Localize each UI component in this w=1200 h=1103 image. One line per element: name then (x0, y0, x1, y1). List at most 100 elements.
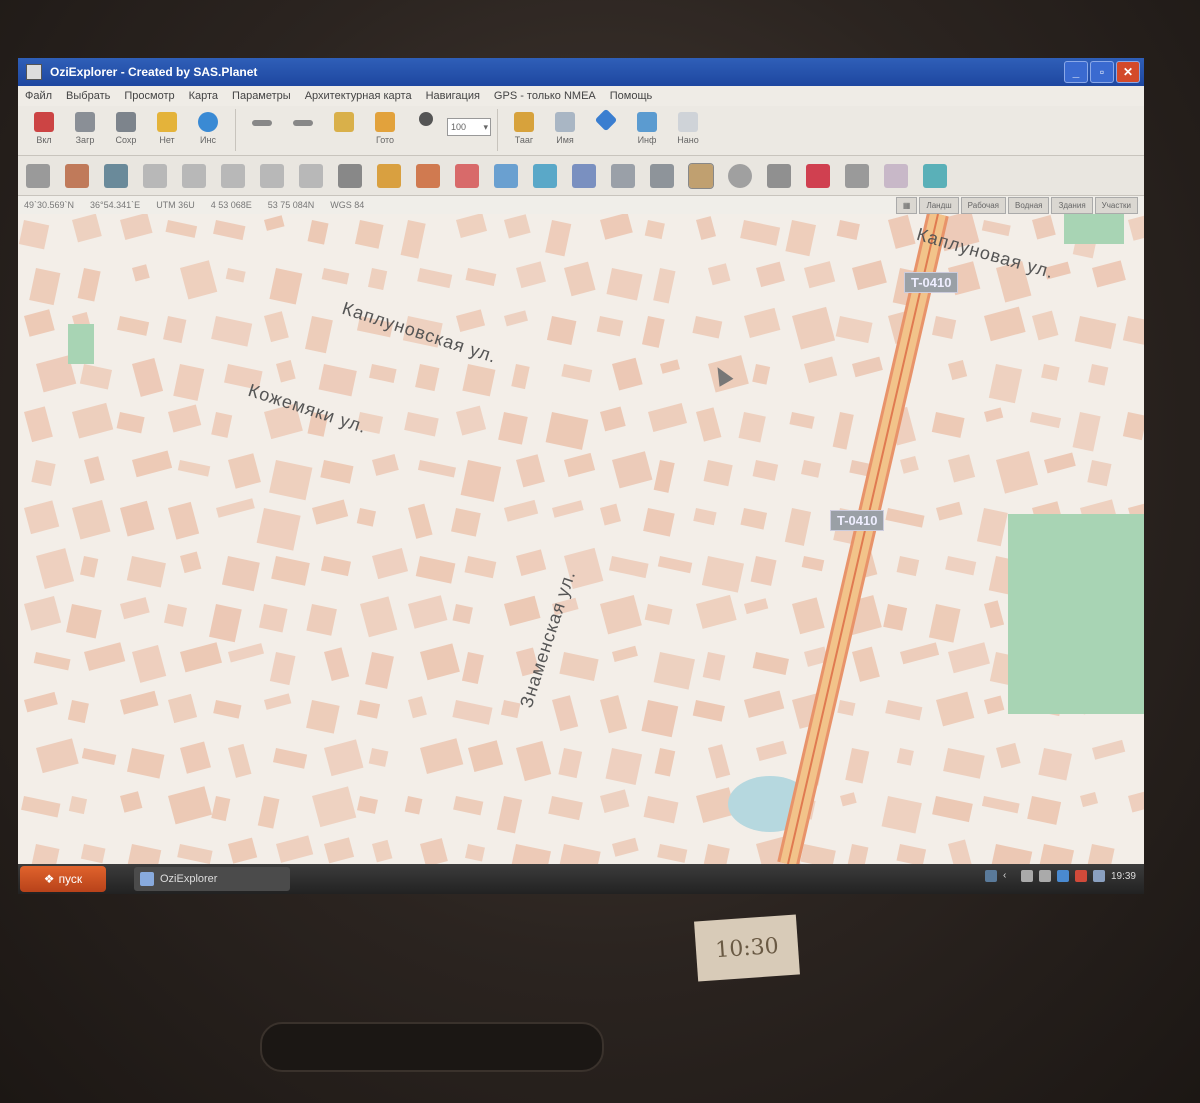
building (306, 699, 340, 734)
building (460, 460, 502, 502)
building (932, 796, 973, 823)
building (641, 699, 679, 738)
layer-tab-water[interactable]: Водная (1008, 197, 1050, 214)
layer-tab-plots[interactable]: Участки (1094, 197, 1138, 214)
network-icon[interactable] (1056, 870, 1069, 882)
route-edit-icon[interactable] (377, 163, 401, 188)
gear-icon[interactable] (104, 163, 128, 188)
grid-icon[interactable] (650, 163, 674, 188)
menu-select[interactable]: Выбрать (59, 90, 117, 102)
building (228, 453, 261, 489)
toolbar-button-search[interactable] (406, 106, 446, 152)
pencil-icon[interactable] (688, 162, 714, 189)
maximize-button[interactable]: ▫ (1090, 61, 1114, 83)
building (948, 839, 974, 864)
building (654, 748, 676, 777)
cursor-tool-icon[interactable] (338, 163, 362, 188)
language-icon[interactable] (984, 870, 997, 882)
layer-tab-work[interactable]: Рабочая (960, 197, 1006, 214)
toolbar-button-on[interactable]: Вкл (24, 106, 64, 152)
toolbar-button-net[interactable]: Нет (147, 106, 187, 152)
menu-file[interactable]: Файл (18, 90, 59, 102)
menu-help[interactable]: Помощь (603, 90, 660, 102)
menu-view[interactable]: Просмотр (117, 90, 181, 102)
building (612, 645, 638, 662)
chevron-left-icon[interactable]: ‹ (1003, 870, 1015, 882)
building (996, 742, 1021, 769)
clock[interactable]: 19:39 (1111, 871, 1136, 882)
toolbar-button-pan[interactable] (586, 106, 626, 152)
toolbar-button-points[interactable] (324, 106, 364, 152)
latitude-readout: 49`30.569`N (24, 200, 75, 210)
toolbar-button-route[interactable] (283, 106, 323, 152)
building (696, 407, 722, 442)
toolbar-button-name[interactable]: Имя (545, 106, 585, 152)
layer-tab-buildings[interactable]: Здания (1051, 197, 1093, 214)
building (516, 261, 546, 289)
walk-icon[interactable] (65, 163, 89, 188)
magnifier-icon (419, 112, 433, 126)
grid-icon[interactable] (221, 163, 245, 188)
satellite-icon[interactable] (533, 163, 557, 188)
list-icon[interactable] (845, 163, 869, 188)
building (168, 404, 202, 433)
grid-icon[interactable] (182, 163, 206, 188)
plane-icon[interactable] (26, 163, 50, 188)
menu-gps[interactable]: GPS - только NMEA (487, 90, 603, 102)
taskbar-item-oziexplorer[interactable]: OziExplorer (134, 867, 290, 891)
building (216, 498, 255, 518)
clock-icon[interactable] (728, 163, 752, 188)
toolbar-button-save[interactable]: Сохр (106, 106, 146, 152)
toolbar-button-ins[interactable]: Инс (188, 106, 228, 152)
anchor-icon[interactable] (767, 163, 791, 188)
minimize-button[interactable]: _ (1064, 61, 1088, 83)
building (837, 700, 856, 716)
building (847, 843, 869, 864)
building (981, 795, 1020, 814)
pin-icon[interactable] (923, 163, 947, 188)
layer-icon-button[interactable]: ▦ (895, 197, 918, 214)
building (750, 556, 777, 586)
building (899, 455, 919, 474)
building (851, 356, 883, 378)
volume-icon[interactable] (1092, 870, 1105, 882)
grid-icon[interactable] (260, 163, 284, 188)
arrow-icon[interactable] (572, 163, 596, 188)
toolbar-button-goto[interactable]: Гото (365, 106, 405, 152)
waypoint-move-icon[interactable] (494, 163, 518, 188)
grid-icon[interactable] (143, 163, 167, 188)
building (948, 454, 976, 483)
toolbar-button-load[interactable]: Загр (65, 106, 105, 152)
start-button[interactable]: ❖ пуск (20, 866, 106, 892)
close-button[interactable]: ✕ (1116, 61, 1140, 83)
grid-icon[interactable] (299, 163, 323, 188)
window-icon[interactable] (611, 163, 635, 188)
building (947, 360, 968, 381)
map-view[interactable]: Каплуновская ул. Кожемяки ул. Знаменская… (18, 214, 1144, 864)
menu-navigation[interactable]: Навигация (419, 90, 487, 102)
building (468, 740, 504, 773)
track-icon (252, 120, 272, 126)
track-edit-icon[interactable] (416, 163, 440, 188)
menu-map[interactable]: Карта (182, 90, 225, 102)
menu-options[interactable]: Параметры (225, 90, 298, 102)
menu-arch-map[interactable]: Архитектурная карта (298, 90, 419, 102)
eraser-icon[interactable] (884, 163, 908, 188)
zoom-select[interactable]: 100 ▾ (447, 118, 491, 136)
alert-icon[interactable] (1074, 870, 1087, 882)
toolbar-button-nano[interactable]: Нано (668, 106, 708, 152)
signal-icon[interactable] (1038, 870, 1051, 882)
toolbar-label: Инс (200, 135, 216, 145)
layer-tab-landscape[interactable]: Ландш (919, 197, 959, 214)
building (600, 594, 642, 635)
toolbar-button-tag[interactable]: Тааг (504, 106, 544, 152)
toolbar-button-track[interactable] (242, 106, 282, 152)
building (644, 219, 665, 240)
waypoint-edit-icon[interactable] (455, 163, 479, 188)
building (211, 316, 253, 347)
signal-icon[interactable] (1020, 870, 1033, 882)
building (611, 837, 639, 857)
toolbar-button-info[interactable]: Инф (627, 106, 667, 152)
building (77, 268, 101, 302)
red-marker-icon[interactable] (806, 163, 830, 188)
